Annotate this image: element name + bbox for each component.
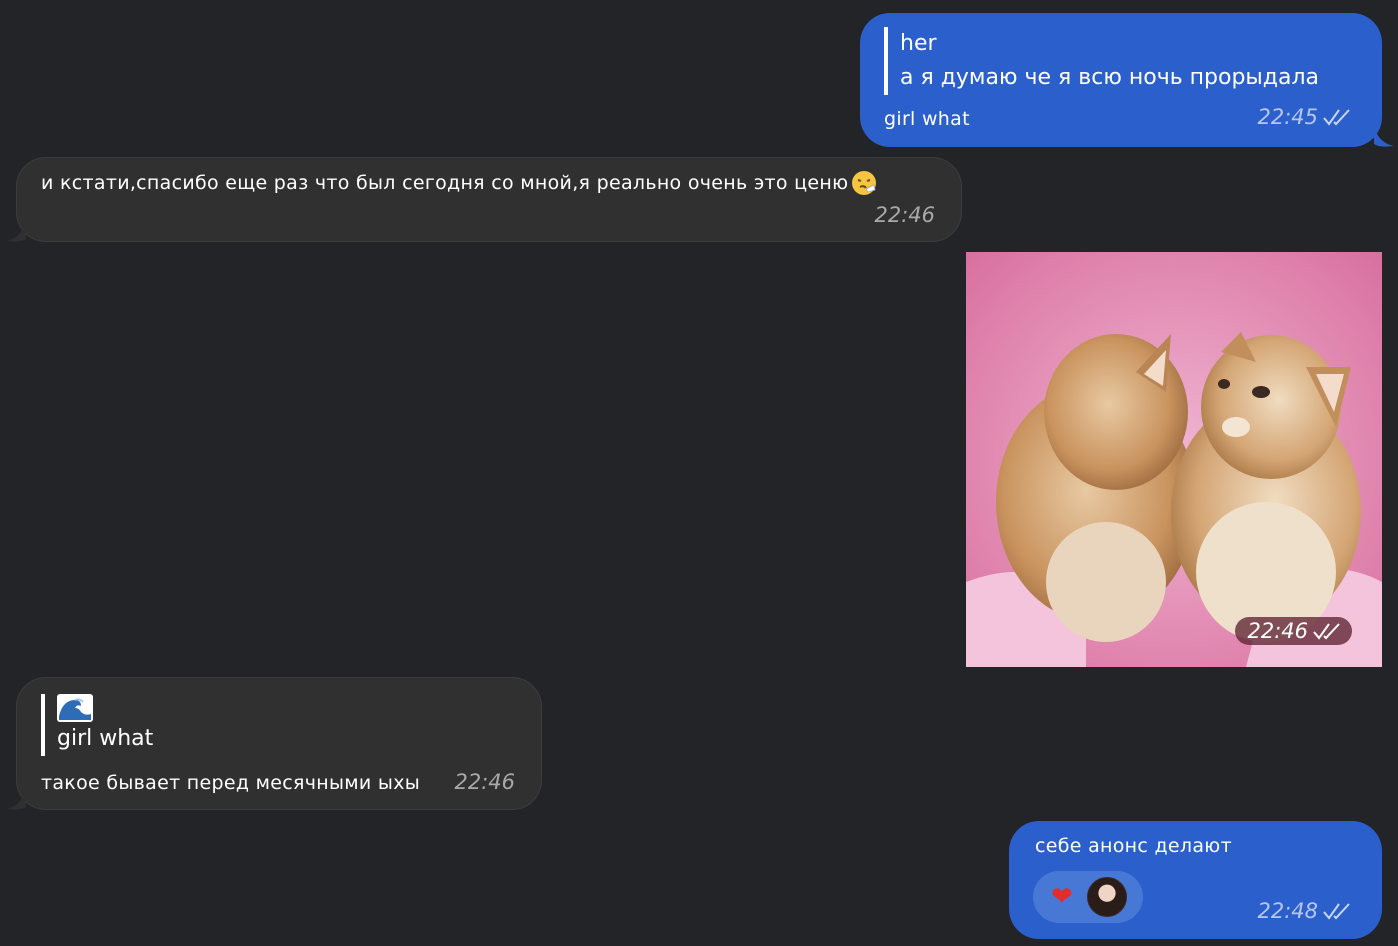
red-heart-icon: ❤ <box>1051 882 1073 912</box>
reply-quoted-text: girl what <box>57 726 154 751</box>
message-meta: 22:48 <box>1257 899 1352 923</box>
message-time: 22:48 <box>1257 899 1318 923</box>
reply-quote[interactable]: girl what <box>41 694 153 756</box>
water-wave-emoji-icon <box>57 694 93 722</box>
message-bubble-outgoing[interactable]: себе анонс делают ❤ 22:48 <box>1009 821 1382 939</box>
message-text: такое бывает перед месячными ыхы <box>41 772 421 794</box>
message-text: и кстати,спасибо еще раз что был сегодня… <box>41 172 849 194</box>
bubble-tail <box>6 223 26 242</box>
message-time-wrap: 22:46 <box>454 770 515 794</box>
double-check-icon <box>1323 903 1350 920</box>
message-text-row: и кстати,спасибо еще раз что был сегодня… <box>41 169 878 197</box>
message-time: 22:46 <box>874 203 935 227</box>
photo-message[interactable]: 22:46 <box>966 252 1382 667</box>
double-check-icon <box>1323 109 1350 126</box>
message-time: 22:46 <box>1247 619 1308 643</box>
message-bubble-incoming[interactable]: и кстати,спасибо еще раз что был сегодня… <box>16 157 962 242</box>
kittens-photo <box>966 252 1382 667</box>
double-check-icon <box>1313 623 1340 640</box>
message-time-wrap: 22:46 <box>874 203 935 227</box>
sneezing-face-emoji-icon <box>852 171 877 195</box>
reaction-pill[interactable]: ❤ <box>1033 871 1143 923</box>
message-time: 22:45 <box>1257 105 1318 129</box>
photo-time-badge: 22:46 <box>1235 617 1352 645</box>
reply-sender-name: her <box>900 31 937 56</box>
message-meta: 22:45 <box>1257 105 1352 129</box>
bubble-tail <box>1374 128 1394 147</box>
message-text: girl what <box>884 108 970 130</box>
bubble-tail <box>6 791 26 810</box>
reply-quoted-text: а я думаю че я всю ночь прорыдала <box>900 65 1320 90</box>
message-bubble-outgoing[interactable]: her а я думаю че я всю ночь прорыдала gi… <box>860 13 1382 147</box>
avatar <box>1086 877 1127 917</box>
message-text: себе анонс делают <box>1035 835 1232 857</box>
message-bubble-incoming[interactable]: girl what такое бывает перед месячными ы… <box>16 677 542 810</box>
message-time: 22:46 <box>454 770 515 794</box>
reply-quote[interactable]: her а я думаю че я всю ночь прорыдала <box>884 27 1319 95</box>
